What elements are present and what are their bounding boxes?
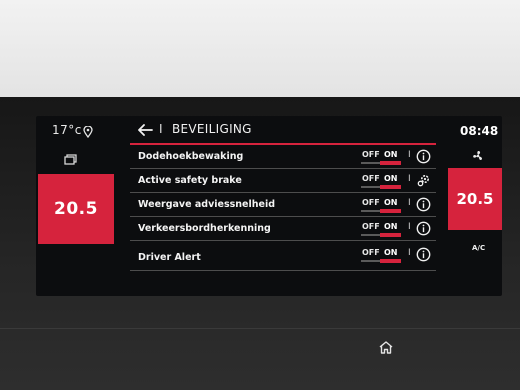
toggle-active-indicator — [380, 161, 401, 165]
setting-label: Driver Alert — [138, 252, 201, 263]
row-separator: I — [408, 174, 411, 184]
left-climate-column: 17°c 20.5 — [36, 116, 122, 296]
toggle-active-indicator — [380, 185, 401, 189]
screens-icon[interactable] — [64, 150, 78, 169]
safety-settings-panel: I BEVEILIGING Dodehoekbewaking OFF ON I — [130, 116, 436, 296]
setting-row-active-safety-brake: Active safety brake OFF ON I — [130, 169, 436, 193]
toggle-on-label: ON — [384, 174, 398, 183]
right-climate-column: 08:48 20.5 A/C — [442, 116, 502, 296]
setting-label: Verkeersbordherkenning — [138, 223, 271, 234]
toggle-off-label: OFF — [362, 222, 380, 231]
back-button[interactable] — [136, 122, 154, 141]
settings-header: I BEVEILIGING — [130, 116, 436, 145]
toggle-on-label: ON — [384, 222, 398, 231]
row-separator: I — [408, 198, 411, 208]
info-icon[interactable] — [416, 247, 431, 262]
settings-icon[interactable] — [416, 173, 431, 188]
fan-icon[interactable] — [472, 147, 484, 166]
toggle-switch[interactable]: OFF ON — [358, 196, 404, 213]
row-separator: I — [408, 248, 411, 258]
toggle-switch[interactable]: OFF ON — [358, 148, 404, 165]
ac-button[interactable]: A/C — [472, 244, 485, 252]
toggle-off-label: OFF — [362, 198, 380, 207]
info-icon[interactable] — [416, 197, 431, 212]
setting-row-driver-alert: Driver Alert OFF ON I — [130, 243, 436, 271]
toggle-off-label: OFF — [362, 174, 380, 183]
toggle-on-label: ON — [384, 248, 398, 257]
passenger-temperature-setting[interactable]: 20.5 — [448, 168, 502, 230]
setting-label: Active safety brake — [138, 175, 242, 186]
location-pin-icon[interactable] — [83, 123, 93, 142]
info-icon[interactable] — [416, 221, 431, 236]
toggle-active-indicator — [380, 233, 401, 237]
dashboard-trim — [0, 328, 520, 329]
arrow-left-icon — [136, 122, 154, 141]
home-icon[interactable] — [378, 340, 394, 359]
header-separator: I — [159, 122, 163, 136]
toggle-active-indicator — [380, 209, 401, 213]
driver-temperature-setting[interactable]: 20.5 — [38, 174, 114, 244]
toggle-active-indicator — [380, 259, 401, 263]
row-separator: I — [408, 222, 411, 232]
infotainment-screen: 17°c 20.5 I BEVEILIGING Dodehoekbewaking… — [36, 116, 502, 296]
info-icon[interactable] — [416, 149, 431, 164]
toggle-switch[interactable]: OFF ON — [358, 172, 404, 189]
setting-row-dodehoekbewaking: Dodehoekbewaking OFF ON I — [130, 145, 436, 169]
toggle-off-label: OFF — [362, 150, 380, 159]
toggle-off-label: OFF — [362, 248, 380, 257]
toggle-switch[interactable]: OFF ON — [358, 220, 404, 237]
row-separator: I — [408, 150, 411, 160]
setting-label: Dodehoekbewaking — [138, 151, 244, 162]
clock: 08:48 — [460, 124, 499, 138]
toggle-on-label: ON — [384, 198, 398, 207]
setting-row-verkeersbordherkenning: Verkeersbordherkenning OFF ON I — [130, 217, 436, 241]
toggle-switch[interactable]: OFF ON — [358, 246, 404, 263]
background-wall — [0, 0, 520, 100]
toggle-on-label: ON — [384, 150, 398, 159]
page-title: BEVEILIGING — [172, 122, 252, 136]
outside-temperature: 17°c — [52, 123, 82, 137]
setting-row-weergave-adviessnelheid: Weergave adviessnelheid OFF ON I — [130, 193, 436, 217]
setting-label: Weergave adviessnelheid — [138, 199, 276, 210]
